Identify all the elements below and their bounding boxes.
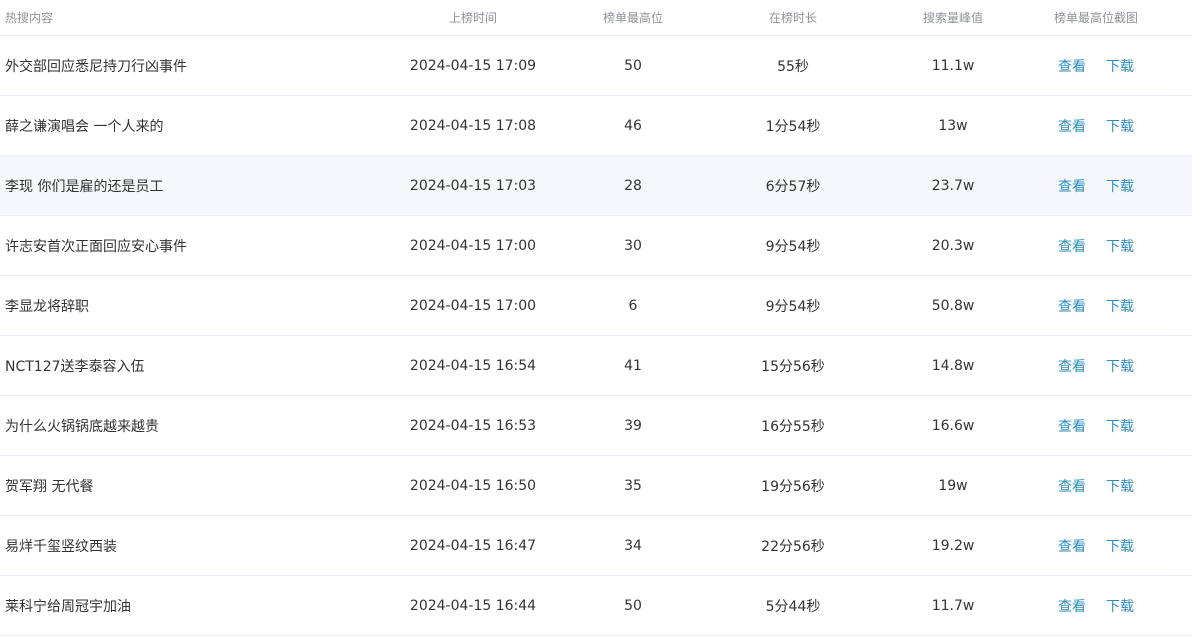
row-title: 贺军翔 无代餐 <box>5 478 94 495</box>
row-duration: 6分57秒 <box>765 178 821 195</box>
table-row: 许志安首次正面回应安心事件 2024-04-15 17:00 30 9分54秒 … <box>0 216 1192 276</box>
row-peak: 11.1w <box>931 57 975 74</box>
header-duration: 在榜时长 <box>768 11 817 25</box>
table-row: 易烊千玺竖纹西装 2024-04-15 16:47 34 22分56秒 19.2… <box>0 516 1192 576</box>
row-peak: 20.3w <box>931 237 975 254</box>
table-row: NCT127送李泰容入伍 2024-04-15 16:54 41 15分56秒 … <box>0 336 1192 396</box>
row-duration: 19分56秒 <box>761 478 825 495</box>
row-actions: 查看 下载 <box>1000 56 1192 76</box>
view-link[interactable]: 查看 <box>1058 476 1086 496</box>
row-time: 2024-04-15 16:54 <box>409 357 537 374</box>
row-rank: 41 <box>624 357 642 374</box>
row-title: 许志安首次正面回应安心事件 <box>5 238 187 255</box>
row-peak: 11.7w <box>931 597 975 614</box>
row-title: NCT127送李泰容入伍 <box>5 358 145 375</box>
header-title: 热搜内容 <box>5 11 54 25</box>
page-scrollbar-track[interactable] <box>1192 0 1204 637</box>
row-actions: 查看 下载 <box>1000 296 1192 316</box>
row-rank: 46 <box>624 117 642 134</box>
header-peak: 搜索量峰值 <box>922 11 983 25</box>
download-link[interactable]: 下载 <box>1106 476 1134 496</box>
row-peak: 50.8w <box>931 297 975 314</box>
header-time: 上榜时间 <box>448 11 497 25</box>
row-duration: 55秒 <box>777 58 809 75</box>
row-title: 莱科宁给周冠宇加油 <box>5 598 131 615</box>
row-peak: 16.6w <box>931 417 975 434</box>
row-time: 2024-04-15 16:47 <box>409 537 537 554</box>
view-link[interactable]: 查看 <box>1058 296 1086 316</box>
row-peak: 19w <box>938 477 968 494</box>
table-row: 李显龙将辞职 2024-04-15 17:00 6 9分54秒 50.8w 查看… <box>0 276 1192 336</box>
table-row: 薛之谦演唱会 一个人来的 2024-04-15 17:08 46 1分54秒 1… <box>0 96 1192 156</box>
download-link[interactable]: 下载 <box>1106 236 1134 256</box>
row-peak: 13w <box>938 117 968 134</box>
hot-search-table: 热搜内容 上榜时间 榜单最高位 在榜时长 搜索量峰值 榜单最高位截图 外交部回应… <box>0 0 1192 636</box>
row-time: 2024-04-15 17:08 <box>409 117 537 134</box>
view-link[interactable]: 查看 <box>1058 56 1086 76</box>
row-actions: 查看 下载 <box>1000 236 1192 256</box>
row-rank: 30 <box>624 237 642 254</box>
row-rank: 50 <box>624 597 642 614</box>
row-actions: 查看 下载 <box>1000 416 1192 436</box>
row-duration: 22分56秒 <box>761 538 825 555</box>
table-row: 外交部回应悉尼持刀行凶事件 2024-04-15 17:09 50 55秒 11… <box>0 36 1192 96</box>
view-link[interactable]: 查看 <box>1058 236 1086 256</box>
download-link[interactable]: 下载 <box>1106 536 1134 556</box>
download-link[interactable]: 下载 <box>1106 116 1134 136</box>
row-title: 李现 你们是雇的还是员工 <box>5 178 164 195</box>
row-time: 2024-04-15 16:53 <box>409 417 537 434</box>
row-rank: 6 <box>628 297 638 314</box>
table-row-hovered: 李现 你们是雇的还是员工 2024-04-15 17:03 28 6分57秒 2… <box>0 156 1192 216</box>
row-rank: 50 <box>624 57 642 74</box>
row-time: 2024-04-15 17:00 <box>409 237 537 254</box>
row-peak: 19.2w <box>931 537 975 554</box>
row-time: 2024-04-15 16:50 <box>409 477 537 494</box>
row-actions: 查看 下载 <box>1000 116 1192 136</box>
row-actions: 查看 下载 <box>1000 596 1192 616</box>
row-actions: 查看 下载 <box>1000 356 1192 376</box>
download-link[interactable]: 下载 <box>1106 596 1134 616</box>
header-screenshot: 榜单最高位截图 <box>1053 11 1138 25</box>
row-duration: 5分44秒 <box>765 598 821 615</box>
row-title: 易烊千玺竖纹西装 <box>5 538 117 555</box>
view-link[interactable]: 查看 <box>1058 116 1086 136</box>
view-link[interactable]: 查看 <box>1058 356 1086 376</box>
row-time: 2024-04-15 17:03 <box>409 177 537 194</box>
download-link[interactable]: 下载 <box>1106 296 1134 316</box>
download-link[interactable]: 下载 <box>1106 56 1134 76</box>
row-title: 外交部回应悉尼持刀行凶事件 <box>5 58 187 75</box>
view-link[interactable]: 查看 <box>1058 176 1086 196</box>
row-title: 薛之谦演唱会 一个人来的 <box>5 118 164 135</box>
row-time: 2024-04-15 17:00 <box>409 297 537 314</box>
download-link[interactable]: 下载 <box>1106 176 1134 196</box>
row-duration: 9分54秒 <box>765 298 821 315</box>
row-peak: 23.7w <box>931 177 975 194</box>
row-duration: 1分54秒 <box>765 118 821 135</box>
row-time: 2024-04-15 17:09 <box>409 57 537 74</box>
row-duration: 16分55秒 <box>761 418 825 435</box>
row-duration: 9分54秒 <box>765 238 821 255</box>
row-time: 2024-04-15 16:44 <box>409 597 537 614</box>
row-peak: 14.8w <box>931 357 975 374</box>
view-link[interactable]: 查看 <box>1058 596 1086 616</box>
row-rank: 39 <box>624 417 642 434</box>
row-actions: 查看 下载 <box>1000 476 1192 496</box>
download-link[interactable]: 下载 <box>1106 356 1134 376</box>
row-rank: 34 <box>624 537 642 554</box>
table-row: 莱科宁给周冠宇加油 2024-04-15 16:44 50 5分44秒 11.7… <box>0 576 1192 636</box>
table-row: 贺军翔 无代餐 2024-04-15 16:50 35 19分56秒 19w 查… <box>0 456 1192 516</box>
table-row: 为什么火锅锅底越来越贵 2024-04-15 16:53 39 16分55秒 1… <box>0 396 1192 456</box>
view-link[interactable]: 查看 <box>1058 416 1086 436</box>
row-title: 为什么火锅锅底越来越贵 <box>5 418 159 435</box>
table-header: 热搜内容 上榜时间 榜单最高位 在榜时长 搜索量峰值 榜单最高位截图 <box>0 0 1192 36</box>
header-rank: 榜单最高位 <box>602 11 663 25</box>
row-actions: 查看 下载 <box>1000 536 1192 556</box>
download-link[interactable]: 下载 <box>1106 416 1134 436</box>
row-rank: 35 <box>624 477 642 494</box>
row-actions: 查看 下载 <box>1000 176 1192 196</box>
view-link[interactable]: 查看 <box>1058 536 1086 556</box>
row-title: 李显龙将辞职 <box>5 298 89 315</box>
row-rank: 28 <box>624 177 642 194</box>
row-duration: 15分56秒 <box>761 358 825 375</box>
